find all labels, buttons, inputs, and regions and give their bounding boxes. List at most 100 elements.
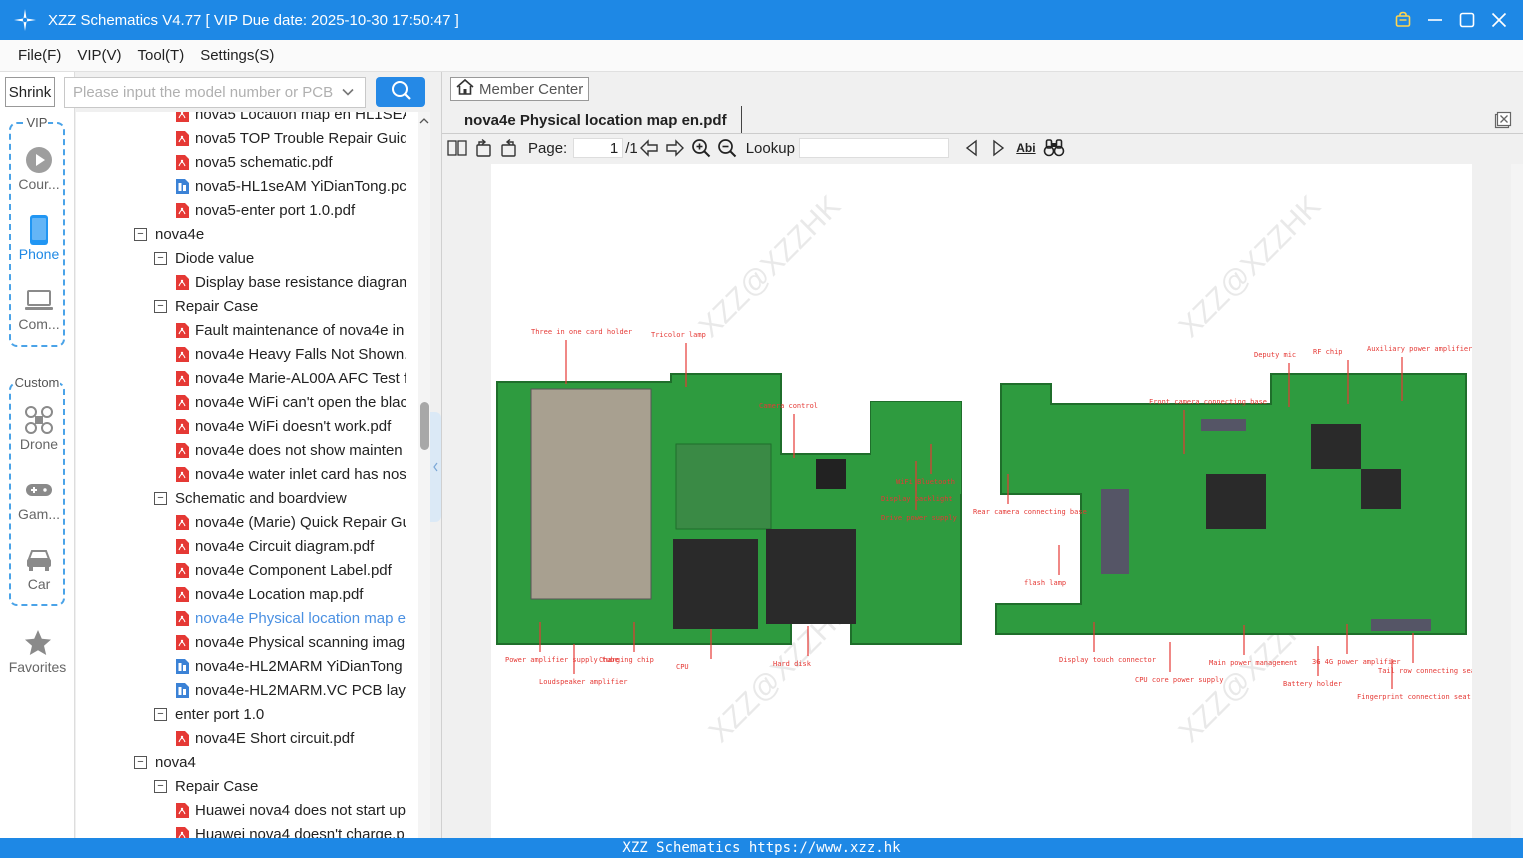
nav-drone[interactable]: Drone — [11, 404, 67, 452]
pdf-file-icon — [176, 634, 189, 650]
collapse-toggle-icon[interactable]: − — [154, 491, 167, 505]
tree-item-label: nova4e — [155, 225, 205, 243]
nav-courses-label: Cour... — [18, 176, 60, 192]
match-case-icon[interactable]: Abi — [1013, 137, 1039, 159]
menu-tool[interactable]: Tool(T) — [138, 47, 185, 64]
fingerprint-connector — [1371, 619, 1431, 631]
nav-favorites[interactable]: Favorites — [0, 627, 75, 675]
tree-folder[interactable]: − nova4 — [134, 750, 406, 774]
find-previous-icon[interactable] — [961, 137, 983, 159]
tree-item-label: nova5-enter port 1.0.pdf — [195, 201, 356, 219]
arrow-right-icon[interactable] — [664, 137, 686, 159]
tree-file[interactable]: Huawei nova4 does not start up — [176, 798, 406, 822]
tree-file[interactable]: nova4e (Marie) Quick Repair Gu — [176, 510, 406, 534]
search-input[interactable] — [73, 84, 333, 101]
tree-folder[interactable]: − Diode value — [154, 246, 406, 270]
model-search-box[interactable] — [64, 77, 366, 108]
menu-file[interactable]: File(F) — [18, 47, 61, 64]
tree-item-label: Diode value — [175, 249, 255, 267]
nav-games[interactable]: Gam... — [11, 474, 67, 522]
tree-file[interactable]: nova5 schematic.pdf — [176, 150, 406, 174]
maximize-button[interactable] — [1457, 10, 1477, 30]
collapse-toggle-icon[interactable]: − — [134, 755, 147, 769]
nav-computer-label: Com... — [18, 316, 60, 332]
tree-file[interactable]: nova4E Short circuit.pdf — [176, 726, 406, 750]
tree-item-label: nova5-HL1seAM YiDianTong.pc — [195, 177, 406, 195]
connector-strip — [1101, 489, 1129, 574]
tree-file[interactable]: nova5-enter port 1.0.pdf — [176, 198, 406, 222]
tree-file[interactable]: nova4e does not show mainten — [176, 438, 406, 462]
menu-vip[interactable]: VIP(V) — [77, 47, 121, 64]
arrow-left-icon[interactable] — [638, 137, 660, 159]
zoom-in-icon[interactable] — [690, 137, 712, 159]
status-bar: XZZ Schematics https://www.xzz.hk — [0, 838, 1523, 858]
nav-courses[interactable]: Cour... — [11, 144, 67, 192]
shrink-button[interactable]: Shrink — [5, 77, 55, 107]
tree-file[interactable]: nova4e Marie-AL00A AFC Test f — [176, 366, 406, 390]
tree-file[interactable]: Huawei nova4 doesn't charge.p — [176, 822, 406, 838]
tree-file[interactable]: nova4e-HL2MARM YiDianTong — [176, 654, 406, 678]
tree-file[interactable]: nova4e Circuit diagram.pdf — [176, 534, 406, 558]
drone-icon — [11, 404, 67, 436]
binoculars-icon[interactable] — [1043, 137, 1065, 159]
tree-file[interactable]: nova5 Location map en HL1SEA — [176, 112, 406, 126]
find-next-icon[interactable] — [987, 137, 1009, 159]
document-page[interactable]: XZZ@XZZHK XZZ@XZZHK XZZ@XZZHK XZZ@XZZHK Thre… — [491, 164, 1523, 838]
tree-file[interactable]: nova4e water inlet card has nos — [176, 462, 406, 486]
tree-folder[interactable]: − nova4e — [134, 222, 406, 246]
tree-file[interactable]: nova4e Physical scanning imag — [176, 630, 406, 654]
collapse-toggle-icon[interactable]: − — [154, 299, 167, 313]
tree-item-label: nova4E Short circuit.pdf — [195, 729, 355, 747]
page-number-input[interactable]: 1 — [573, 138, 624, 158]
tree-file[interactable]: nova4e Physical location map e — [176, 606, 406, 630]
pdf-file-icon — [176, 274, 189, 290]
collapse-toggle-icon[interactable]: − — [134, 227, 147, 241]
collapse-toggle-icon[interactable]: − — [154, 779, 167, 793]
tree-item-label: Repair Case — [175, 297, 259, 315]
collapse-toggle-icon[interactable]: − — [154, 707, 167, 721]
tree-file[interactable]: nova4e Component Label.pdf — [176, 558, 406, 582]
tree-scrollbar[interactable] — [418, 112, 430, 838]
star-icon — [0, 627, 75, 659]
search-icon — [390, 79, 412, 105]
rotate-left-icon[interactable] — [472, 137, 494, 159]
close-tab-icon[interactable] — [1494, 111, 1512, 129]
tree-file[interactable]: nova5 TOP Trouble Repair Guid — [176, 126, 406, 150]
tree-file[interactable]: Fault maintenance of nova4e in — [176, 318, 406, 342]
tab-document[interactable]: nova4e Physical location map en.pdf — [442, 106, 742, 134]
pdf-file-icon — [176, 514, 189, 530]
nav-car[interactable]: Car — [11, 544, 67, 592]
tree-file[interactable]: nova4e Location map.pdf — [176, 582, 406, 606]
viewer-scrollbar[interactable] — [1511, 164, 1523, 838]
rotate-right-icon[interactable] — [498, 137, 520, 159]
member-center-button[interactable]: Member Center — [450, 77, 589, 101]
lookup-input[interactable] — [798, 138, 949, 158]
tree-file[interactable]: nova5-HL1seAM YiDianTong.pc — [176, 174, 406, 198]
nav-computer[interactable]: Com... — [11, 284, 67, 332]
tree-item-label: nova4e Physical scanning imag — [195, 633, 406, 651]
shop-bag-icon[interactable] — [1393, 10, 1413, 30]
tree-scroll-thumb[interactable] — [420, 402, 429, 450]
nav-phone[interactable]: Phone — [11, 214, 67, 262]
tree-folder[interactable]: − enter port 1.0 — [154, 702, 406, 726]
zoom-out-icon[interactable] — [716, 137, 738, 159]
tree-folder[interactable]: − Schematic and boardview — [154, 486, 406, 510]
minimize-button[interactable] — [1425, 10, 1445, 30]
tree-folder[interactable]: − Repair Case — [154, 774, 406, 798]
tree-file[interactable]: Display base resistance diagram — [176, 270, 406, 294]
tree-file[interactable]: nova4e Heavy Falls Not Shown.p — [176, 342, 406, 366]
chevron-up-icon[interactable] — [418, 114, 430, 126]
chevron-down-icon[interactable] — [341, 85, 355, 103]
board-label: Auxiliary power amplifier antenna switch — [1367, 345, 1472, 353]
search-button[interactable] — [376, 77, 425, 107]
collapse-toggle-icon[interactable]: − — [154, 251, 167, 265]
menu-settings[interactable]: Settings(S) — [200, 47, 274, 64]
tree-file[interactable]: nova4e WiFi can't open the blac — [176, 390, 406, 414]
tree-file[interactable]: nova4e-HL2MARM.VC PCB laye — [176, 678, 406, 702]
tree-file[interactable]: nova4e WiFi doesn't work.pdf — [176, 414, 406, 438]
two-page-icon[interactable] — [446, 137, 468, 159]
tree-folder[interactable]: − Repair Case — [154, 294, 406, 318]
close-button[interactable] — [1489, 10, 1509, 30]
board-label: Loudspeaker amplifier — [539, 678, 628, 686]
panel-collapse-handle[interactable] — [430, 412, 441, 522]
